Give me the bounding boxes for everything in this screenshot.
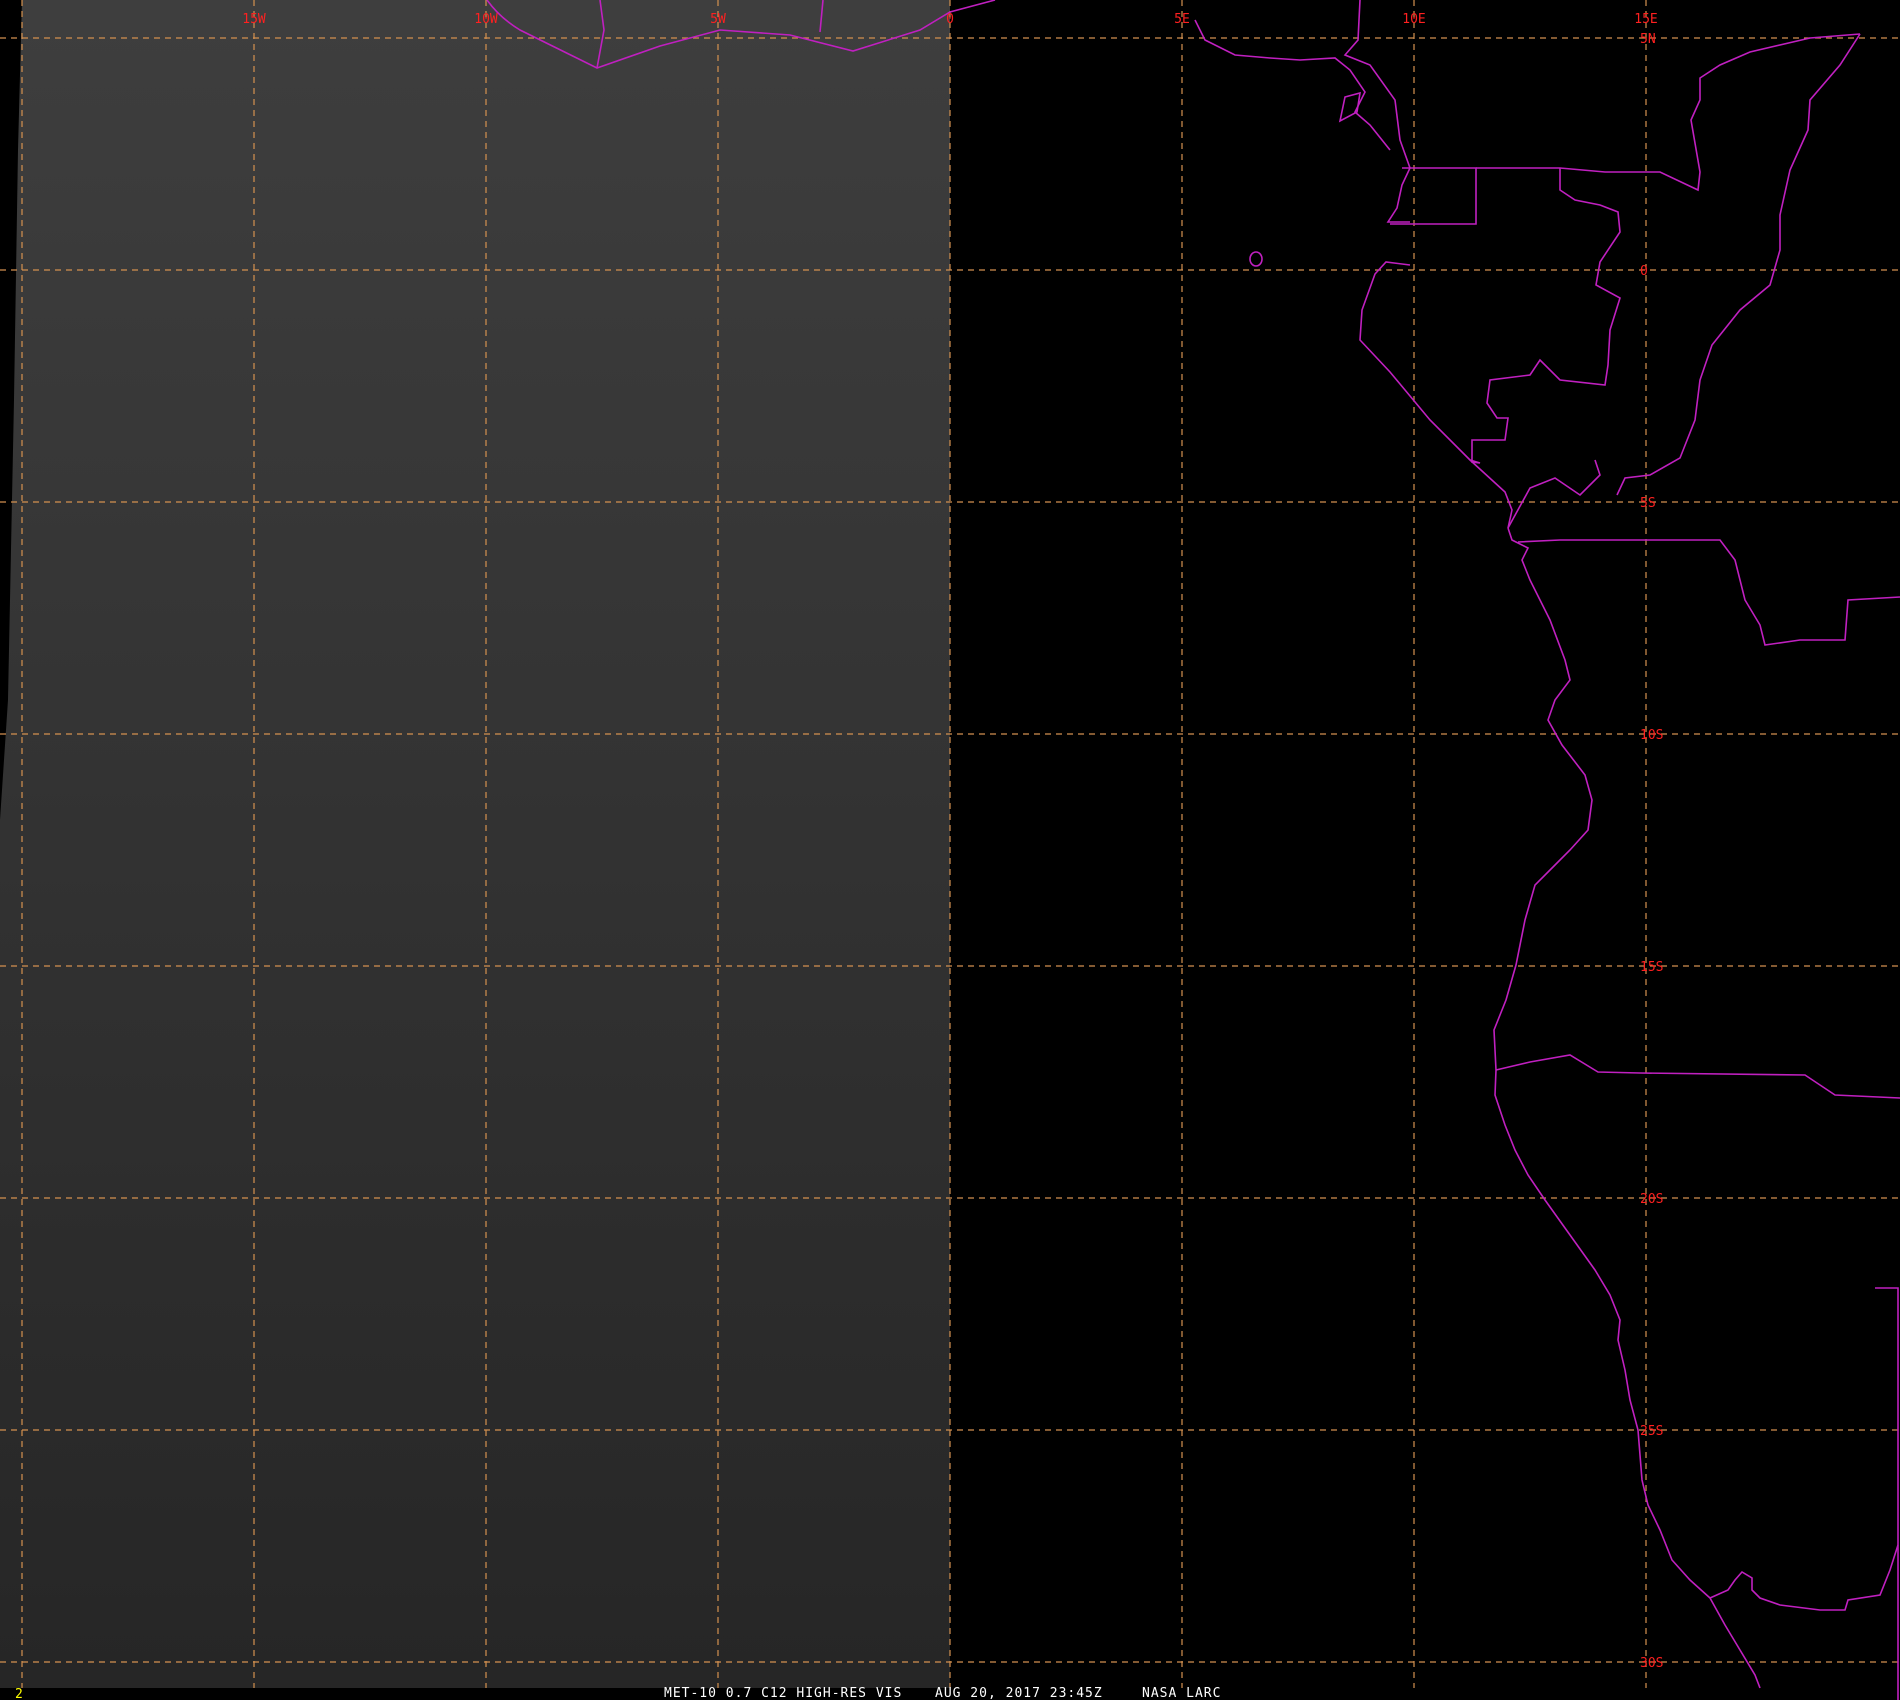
- satellite-map: 15W 10W 5W 0 5E 10E 15E 5N 0 5S 10S 15S 20S 25S 30S 2…: [0, 0, 1900, 1700]
- visible-imagery-swath: [0, 0, 950, 1688]
- latitude-label: 15S: [1640, 960, 1663, 975]
- latitude-label: 0: [1640, 264, 1648, 279]
- latitude-label: 25S: [1640, 1424, 1663, 1439]
- image-caption-source: NASA LARC: [1142, 1686, 1221, 1700]
- longitude-label: 10E: [1402, 12, 1425, 27]
- latitude-label: 10S: [1640, 728, 1663, 743]
- image-caption-product: MET-10 0.7 C12 HIGH-RES VIS: [664, 1686, 902, 1700]
- latitude-label: 5N: [1640, 32, 1656, 47]
- longitude-label: 5E: [1174, 12, 1190, 27]
- longitude-label: 10W: [474, 12, 498, 27]
- longitude-label: 15W: [242, 12, 266, 27]
- longitude-label: 0: [946, 12, 954, 27]
- image-caption-datetime: AUG 20, 2017 23:45Z: [935, 1686, 1103, 1700]
- longitude-label: 15E: [1634, 12, 1657, 27]
- latitude-label: 20S: [1640, 1192, 1663, 1207]
- latitude-label: 5S: [1640, 496, 1656, 511]
- longitude-label: 5W: [710, 12, 726, 27]
- latitude-label: 30S: [1640, 1656, 1663, 1671]
- frame-number: 2: [15, 1687, 23, 1700]
